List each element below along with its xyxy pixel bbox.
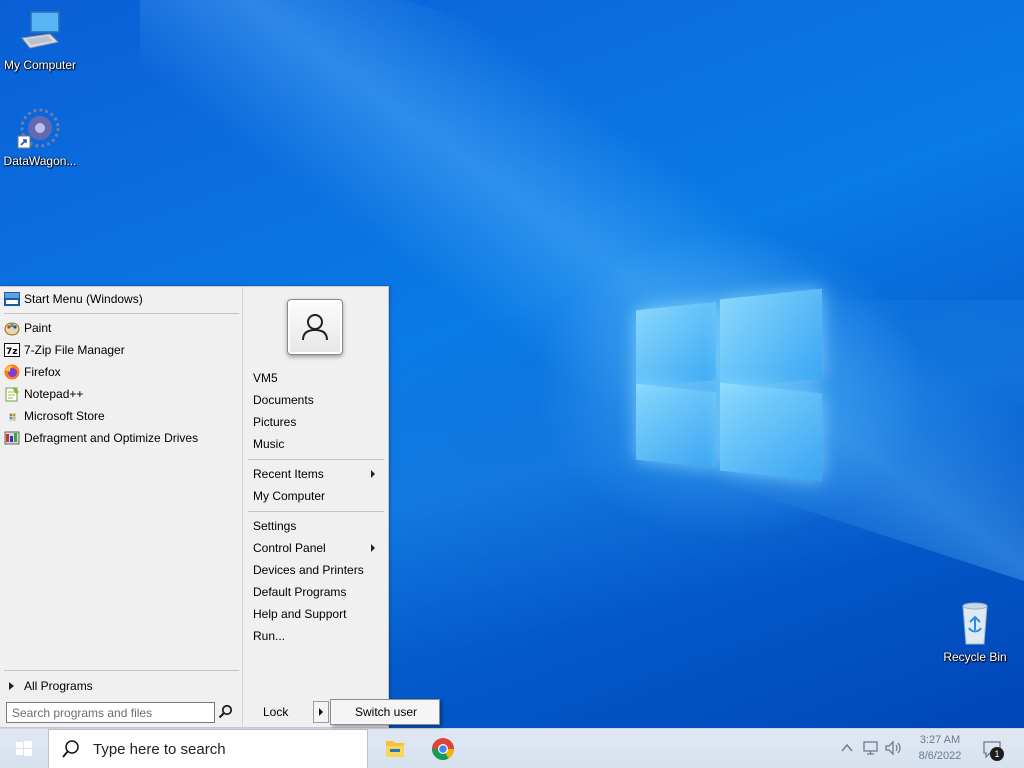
notification-center-button[interactable]: 1	[982, 739, 1006, 761]
separator	[4, 313, 239, 314]
right-item-control-panel[interactable]: Control Panel	[253, 537, 381, 559]
chevron-right-icon	[371, 470, 375, 478]
paint-icon	[4, 320, 20, 336]
program-item-defragment[interactable]: Defragment and Optimize Drives	[0, 427, 198, 449]
search-icon	[62, 740, 79, 758]
separator	[4, 670, 239, 671]
right-item-label: My Computer	[253, 489, 326, 503]
program-item-notepadpp[interactable]: Notepad++	[0, 383, 83, 405]
taskbar: Type here to search 3:27 AM 8/6/2022 1	[0, 728, 1024, 768]
desktop-icon-label: My Computer	[3, 58, 77, 72]
defrag-icon	[4, 430, 20, 446]
right-item-run[interactable]: Run...	[253, 625, 381, 647]
start-button[interactable]	[0, 729, 48, 768]
user-icon	[302, 314, 328, 341]
right-item-label: Settings	[253, 519, 297, 533]
chrome-icon	[432, 738, 454, 760]
right-item-label: Recent Items	[253, 467, 324, 481]
right-item-user[interactable]: VM5	[253, 367, 381, 389]
clock-date: 8/6/2022	[918, 750, 962, 762]
program-item-firefox[interactable]: Firefox	[0, 361, 61, 383]
desktop-icon-label: Recycle Bin	[943, 650, 1007, 664]
right-item-help-and-support[interactable]: Help and Support	[253, 603, 381, 625]
chevron-up-icon[interactable]	[840, 741, 854, 755]
program-label: Notepad++	[24, 387, 84, 401]
all-programs-label: All Programs	[24, 679, 93, 693]
right-item-label: Default Programs	[253, 585, 347, 599]
right-item-settings[interactable]: Settings	[253, 515, 381, 537]
switch-user-label: Switch user	[355, 705, 418, 719]
separator	[248, 511, 384, 512]
svg-text:7z: 7z	[6, 347, 18, 357]
right-item-label: Devices and Printers	[253, 563, 364, 577]
program-label: Firefox	[24, 365, 61, 379]
datawagon-icon	[16, 104, 64, 152]
taskbar-search-box[interactable]: Type here to search	[48, 729, 368, 768]
start-menu: Start Menu (Windows) Paint 7z 7-Zip File…	[0, 286, 389, 729]
desktop-icon-label: DataWagon...	[3, 154, 77, 168]
program-label: Paint	[24, 321, 52, 335]
start-menu-right-column: VM5 Documents Pictures Music Recent Item…	[244, 287, 388, 729]
store-icon	[4, 408, 20, 424]
taskbar-app-file-explorer[interactable]	[372, 729, 418, 768]
right-item-pictures[interactable]: Pictures	[253, 411, 381, 433]
right-item-documents[interactable]: Documents	[253, 389, 381, 411]
clock-time: 3:27 AM	[919, 734, 961, 746]
notepadpp-icon	[4, 386, 20, 402]
right-item-label: Help and Support	[253, 607, 347, 621]
lock-options-arrow-button[interactable]	[313, 701, 329, 723]
firefox-icon	[4, 364, 20, 380]
right-item-label: Control Panel	[253, 541, 326, 555]
all-programs-button[interactable]: All Programs	[0, 675, 93, 697]
computer-icon	[16, 8, 64, 56]
search-icon[interactable]	[218, 704, 234, 720]
switch-user-menu-item[interactable]: Switch user	[330, 699, 440, 725]
right-item-default-programs[interactable]: Default Programs	[253, 581, 381, 603]
file-explorer-icon	[386, 741, 404, 757]
user-name: VM5	[253, 371, 278, 385]
program-label: 7-Zip File Manager	[24, 343, 125, 357]
program-label: Defragment and Optimize Drives	[24, 431, 199, 445]
right-item-label: Pictures	[253, 415, 297, 429]
notification-count-badge: 1	[990, 747, 1004, 761]
start-menu-icon	[4, 291, 20, 307]
chevron-right-icon	[371, 544, 375, 552]
right-item-label: Run...	[253, 629, 286, 643]
start-menu-header[interactable]: Start Menu (Windows)	[0, 288, 143, 310]
right-item-my-computer[interactable]: My Computer	[253, 485, 381, 507]
triangle-right-icon	[4, 678, 20, 694]
user-picture[interactable]	[287, 299, 343, 355]
right-item-devices-and-printers[interactable]: Devices and Printers	[253, 559, 381, 581]
taskbar-app-chrome[interactable]	[420, 729, 466, 768]
right-item-label: Documents	[253, 393, 314, 407]
program-label: Microsoft Store	[24, 409, 105, 423]
recycle-bin-icon	[951, 600, 999, 648]
7zip-icon: 7z	[4, 342, 20, 358]
separator	[248, 459, 384, 460]
start-menu-left-column: Start Menu (Windows) Paint 7z 7-Zip File…	[0, 287, 243, 729]
program-item-7zip[interactable]: 7z 7-Zip File Manager	[0, 339, 125, 361]
desktop-icon-recycle-bin[interactable]: Recycle Bin	[935, 600, 1015, 664]
windows-logo-wallpaper	[636, 288, 822, 482]
lock-button[interactable]: Lock	[253, 701, 309, 723]
taskbar-search-text: Type here to search	[93, 740, 226, 758]
network-icon[interactable]	[862, 740, 880, 756]
program-item-paint[interactable]: Paint	[0, 317, 51, 339]
desktop-icon-my-computer[interactable]: My Computer	[0, 8, 80, 72]
lock-label: Lock	[263, 705, 289, 719]
right-item-music[interactable]: Music	[253, 433, 381, 455]
right-item-recent-items[interactable]: Recent Items	[253, 463, 381, 485]
volume-icon[interactable]	[884, 740, 904, 756]
search-programs-input[interactable]	[6, 702, 215, 723]
windows-start-icon	[16, 741, 32, 756]
taskbar-clock[interactable]: 3:27 AM 8/6/2022	[905, 732, 975, 764]
start-menu-header-label: Start Menu (Windows)	[24, 292, 143, 306]
desktop-icon-datawagon[interactable]: DataWagon...	[0, 104, 80, 168]
right-item-label: Music	[253, 437, 285, 451]
program-item-microsoft-store[interactable]: Microsoft Store	[0, 405, 105, 427]
